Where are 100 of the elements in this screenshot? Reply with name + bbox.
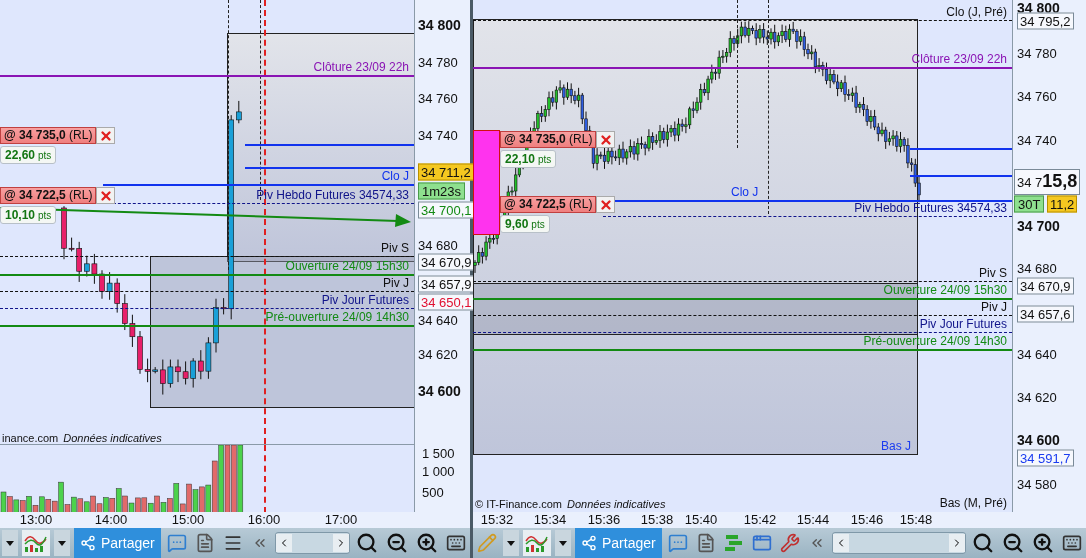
- price-tick: 34 600: [1017, 432, 1060, 448]
- level-label: Bas (M, Pré): [939, 497, 1007, 510]
- price-tick: 34 780: [418, 54, 458, 70]
- caret-icon: [58, 540, 66, 546]
- price-tick: 34 620: [418, 346, 458, 362]
- level-label: Clo J: [381, 170, 409, 183]
- share-button[interactable]: Partager: [575, 528, 662, 558]
- price-tick: 34 640: [1017, 346, 1057, 362]
- price-tick: 34 760: [418, 90, 458, 106]
- copyright-text: © IT-Finance.com: [475, 498, 562, 510]
- close-button[interactable]: [596, 131, 616, 148]
- scrollbar[interactable]: [274, 532, 350, 554]
- keyboard-icon: [1062, 533, 1082, 553]
- time-tick: 17:00: [324, 512, 358, 528]
- price-tag: 34 711,2: [418, 163, 474, 181]
- price-tick: 34 620: [1017, 389, 1057, 405]
- price-tag: 34 657,9: [418, 275, 475, 293]
- range-label: Bas J: [881, 440, 911, 453]
- caret-icon: [507, 540, 515, 546]
- order-label: @ 34 722,5 (RL): [0, 187, 97, 204]
- price-tick: 34 680: [418, 237, 458, 253]
- price-tick: 34 740: [1017, 132, 1057, 148]
- pencil-icon: [477, 533, 497, 553]
- profit-unit: pts: [538, 154, 552, 165]
- level-label: Clo J: [731, 186, 759, 199]
- share-icon: [581, 535, 597, 551]
- dropdown-button[interactable]: [555, 530, 571, 556]
- volume-tick: 500: [422, 484, 444, 500]
- time-tick: 15:46: [850, 512, 884, 528]
- time-tick: 15:00: [171, 512, 205, 528]
- close-button[interactable]: [96, 127, 116, 144]
- dropdown-button[interactable]: [2, 530, 18, 556]
- price-tick: 34 760: [1017, 88, 1057, 104]
- comment-icon: [166, 533, 187, 553]
- scroll-left-button[interactable]: [275, 534, 292, 552]
- time-tick: 15:36: [587, 512, 621, 528]
- indicators-button[interactable]: [523, 530, 551, 556]
- close-icon: [98, 188, 113, 203]
- zoom-out-icon: [386, 532, 408, 554]
- time-tick: 15:48: [899, 512, 933, 528]
- scroll-right-button[interactable]: [949, 534, 965, 552]
- close-button[interactable]: [96, 187, 116, 204]
- profit-unit: pts: [38, 150, 52, 161]
- disclaimer-text: Données indicatives: [566, 498, 666, 510]
- price-tag: 34 670,9: [1017, 277, 1074, 295]
- price-tag: 1m23s: [418, 182, 466, 200]
- level-label: Clo (J, Pré): [946, 6, 1007, 19]
- time-tick: 15:34: [533, 512, 567, 528]
- price-tick: 34 600: [418, 383, 461, 399]
- level-label: Piv J: [383, 277, 409, 290]
- scroll-right-button[interactable]: [333, 534, 349, 552]
- price-tick: 34 800: [418, 17, 461, 33]
- wrench-icon: [779, 533, 800, 553]
- time-tick: 14:00: [94, 512, 128, 528]
- time-tick: 15:42: [743, 512, 777, 528]
- level-label: Piv J: [981, 301, 1007, 314]
- level-label: Pré-ouverture 24/09 14h30: [265, 311, 409, 324]
- share-icon: [80, 535, 96, 551]
- zoom-in-icon: [416, 532, 438, 554]
- profit-value: 9,60: [505, 217, 529, 231]
- time-tick: 15:32: [480, 512, 514, 528]
- indicator-chart-icon: [24, 533, 48, 553]
- price-tick: 34 740: [418, 127, 458, 143]
- price-tag: 34 657,6: [1017, 305, 1074, 323]
- dropdown-button[interactable]: [503, 530, 519, 556]
- close-button[interactable]: [596, 196, 616, 213]
- price-tick: 34 640: [418, 312, 458, 328]
- keyboard-icon: [446, 533, 466, 553]
- level-label: Clôture 23/09 22h: [313, 61, 409, 74]
- dropdown-button[interactable]: [54, 530, 70, 556]
- zoom-in-icon: [1032, 532, 1054, 554]
- scrollbar[interactable]: [831, 532, 966, 554]
- price-tag: 34 700,1: [418, 201, 475, 219]
- level-label: Piv Hebdo Futures 34574,33: [256, 189, 409, 202]
- close-icon: [598, 197, 613, 212]
- profit-value: 22,60: [5, 148, 36, 162]
- volume-tick: 1 500: [422, 445, 455, 461]
- caret-icon: [559, 540, 567, 546]
- volume-tick: 1 000: [422, 463, 455, 479]
- price-tag: 34 715,8: [1014, 169, 1081, 195]
- price-tag: 34 591,7: [1017, 449, 1074, 467]
- close-icon: [598, 132, 613, 147]
- indicators-button[interactable]: [22, 530, 50, 556]
- time-tick: 15:38: [640, 512, 674, 528]
- price-tag: 34 795,2: [1017, 12, 1074, 30]
- window-icon: [751, 533, 772, 553]
- zoom-out-icon: [1002, 532, 1024, 554]
- scroll-left-button[interactable]: [832, 534, 849, 552]
- search-icon: [356, 532, 378, 554]
- level-label: Ouverture 24/09 15h30: [285, 260, 409, 273]
- share-button[interactable]: Partager: [74, 528, 161, 558]
- profit-value: 10,10: [5, 208, 36, 222]
- profit-unit: pts: [38, 210, 52, 221]
- disclaimer-text: Données indicatives: [63, 432, 162, 444]
- candle: [236, 100, 242, 124]
- order-label: @ 34 722,5 (RL): [500, 196, 597, 213]
- close-icon: [98, 128, 113, 143]
- level-label: Piv Jour Futures: [919, 318, 1007, 331]
- profit-unit: pts: [531, 219, 545, 230]
- price-tick: 34 580: [1017, 476, 1057, 492]
